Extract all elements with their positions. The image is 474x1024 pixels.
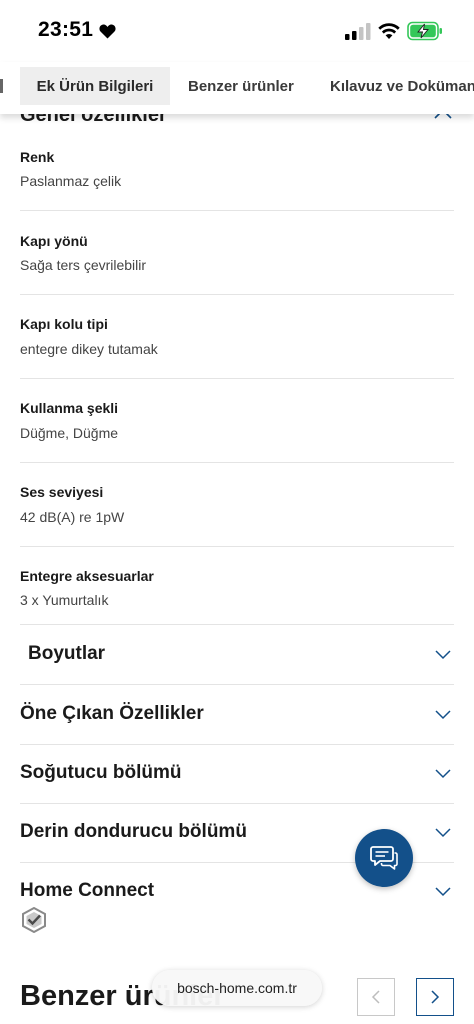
carousel-prev-button[interactable]: [357, 978, 395, 1016]
chat-icon: [370, 846, 398, 870]
spec-value: Düğme, Düğme: [20, 425, 119, 441]
spec-label: Kapı kolu tipi: [20, 316, 108, 332]
tab-previous-edge[interactable]: [0, 67, 8, 105]
spec-row-entegre-aksesuarlar: Entegre aksesuarlar 3 x Yumurtalık: [20, 547, 454, 625]
heart-icon: [99, 24, 116, 39]
tab-ek-urun-bilgileri[interactable]: Ek Ürün Bilgileri: [20, 67, 170, 105]
spec-row-ses-seviyesi: Ses seviyesi 42 dB(A) re 1pW: [20, 463, 454, 547]
accordion-title: Home Connect: [20, 880, 155, 901]
tab-kilavuz-ve-dokumanlar[interactable]: Kılavuz ve Dokümanlar: [330, 67, 474, 105]
spec-value: Sağa ters çevrilebilir: [20, 257, 147, 273]
spec-row-kapi-kolu-tipi: Kapı kolu tipi entegre dikey tutamak: [20, 295, 454, 379]
spec-value: Paslanmaz çelik: [20, 173, 122, 189]
spec-value: 42 dB(A) re 1pW: [20, 509, 125, 525]
chevron-right-icon: [431, 990, 440, 1004]
spec-label: Ses seviyesi: [20, 484, 104, 500]
chevron-down-icon: [435, 887, 451, 897]
chevron-left-icon: [371, 990, 380, 1004]
spec-label: Kapı yönü: [20, 233, 88, 249]
accordion-title: Soğutucu bölümü: [20, 762, 182, 783]
home-connect-icon: [22, 907, 46, 933]
spec-value: entegre dikey tutamak: [20, 341, 158, 357]
chat-button[interactable]: [355, 829, 413, 887]
accordion-one-cikan-ozellikler[interactable]: Öne Çıkan Özellikler: [20, 685, 454, 745]
status-time: 23:51: [38, 18, 94, 41]
accordion-boyutlar[interactable]: Boyutlar: [20, 625, 454, 685]
spec-label: Renk: [20, 149, 55, 165]
tab-edge-marker: [0, 79, 3, 93]
spec-label: Kullanma şekli: [20, 400, 119, 416]
wifi-icon: [378, 23, 400, 39]
spec-value: 3 x Yumurtalık: [20, 592, 109, 608]
accordion-sogutucu-bolumu[interactable]: Soğutucu bölümü: [20, 744, 454, 804]
battery-charging-icon: [407, 21, 442, 41]
carousel-next-button[interactable]: [416, 978, 454, 1016]
spec-label: Entegre aksesuarlar: [20, 568, 154, 584]
chevron-down-icon: [435, 769, 451, 779]
spec-row-kullanma-sekli: Kullanma şekli Düğme, Düğme: [20, 379, 454, 463]
tab-benzer-urunler[interactable]: Benzer ürünler: [188, 67, 294, 105]
chevron-down-icon: [435, 710, 451, 720]
chevron-down-icon: [435, 650, 451, 660]
accordion-title: Boyutlar: [28, 643, 106, 664]
tab-bar: Ek Ürün Bilgileri Benzer ürünler Kılavuz…: [0, 62, 474, 114]
accordion-title: Öne Çıkan Özellikler: [20, 703, 204, 724]
accordion-title: Derin dondurucu bölümü: [20, 821, 247, 842]
signal-icon: [345, 23, 371, 40]
spec-row-renk: Renk Paslanmaz çelik: [20, 134, 454, 211]
status-bar: 23:51: [0, 0, 474, 60]
spec-row-kapi-yonu: Kapı yönü Sağa ters çevrilebilir: [20, 211, 454, 295]
chevron-down-icon: [435, 828, 451, 838]
url-bar[interactable]: bosch-home.com.tr: [152, 970, 322, 1006]
